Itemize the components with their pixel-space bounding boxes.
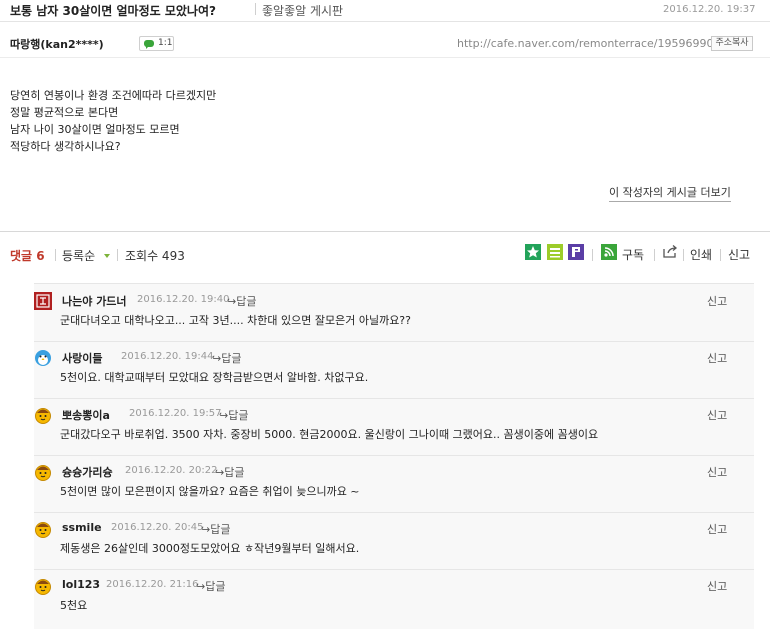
comment-count[interactable]: 댓글 6 bbox=[10, 247, 45, 264]
toolbar-divider bbox=[654, 249, 655, 261]
chat-bubble-icon bbox=[144, 40, 154, 49]
face-avatar-icon[interactable] bbox=[34, 520, 52, 538]
body-line: 당연히 연봉이나 환경 조건에따라 다르겠지만 bbox=[10, 89, 217, 102]
comment-item: 뽀송뽕이a 2016.12.20. 19:57 ↪답글 군대갔다오구 바로취업.… bbox=[34, 398, 754, 455]
comment-date: 2016.12.20. 21:16 bbox=[106, 579, 199, 590]
comment-date: 2016.12.20. 19:44 bbox=[121, 351, 214, 362]
reply-label: 답글 bbox=[205, 580, 226, 593]
comment-nick[interactable]: 슝슝가리슝 bbox=[62, 464, 113, 480]
comment-report-button[interactable]: 신고 bbox=[707, 407, 727, 423]
comment-report-button[interactable]: 신고 bbox=[707, 464, 727, 480]
face-avatar-icon[interactable] bbox=[34, 577, 52, 595]
reply-arrow-icon: ↪ bbox=[219, 409, 229, 422]
reply-button[interactable]: ↪답글 bbox=[212, 350, 241, 366]
comment-nick[interactable]: lol123 bbox=[62, 578, 100, 591]
print-button[interactable]: 인쇄 bbox=[690, 246, 712, 263]
toolbar-divider bbox=[55, 249, 56, 261]
bookmark-p-icon[interactable] bbox=[568, 244, 584, 260]
comment-item: lol123 2016.12.20. 21:16 ↪답글 5천요 신고 bbox=[34, 569, 754, 626]
toolbar-divider bbox=[592, 249, 593, 261]
comment-text: 5천이면 많이 모은편이지 않을까요? 요즘은 취업이 늦으니까요 ~ bbox=[60, 485, 360, 498]
comment-item: ssmile 2016.12.20. 20:45 ↪답글 제동생은 26살인데 … bbox=[34, 512, 754, 569]
comment-date: 2016.12.20. 19:40 bbox=[137, 294, 230, 305]
comment-text: 5천이요. 대학교때부터 모았대요 장학금받으면서 알바함. 차없구요. bbox=[60, 371, 369, 384]
reply-arrow-icon: ↪ bbox=[227, 295, 237, 308]
penguin-avatar-icon[interactable] bbox=[34, 349, 52, 367]
reply-arrow-icon: ↪ bbox=[215, 466, 225, 479]
comment-nick[interactable]: 나는야 가드너 bbox=[62, 293, 127, 309]
body-line: 정말 평균적으로 본다면 bbox=[10, 106, 119, 119]
reply-label: 답글 bbox=[228, 409, 249, 422]
star-icon[interactable] bbox=[525, 244, 541, 260]
comment-nick[interactable]: ssmile bbox=[62, 521, 102, 534]
post-url[interactable]: http://cafe.naver.com/remonterrace/19596… bbox=[457, 37, 713, 50]
more-posts-link[interactable]: 이 작성자의 게시글 더보기 bbox=[609, 184, 731, 202]
rss-icon[interactable] bbox=[601, 244, 617, 260]
chat-badge[interactable]: 1:1 bbox=[139, 36, 174, 51]
report-button[interactable]: 신고 bbox=[728, 246, 750, 263]
comment-report-button[interactable]: 신고 bbox=[707, 293, 727, 309]
comment-date: 2016.12.20. 20:45 bbox=[111, 522, 204, 533]
divider bbox=[0, 231, 770, 232]
reply-button[interactable]: ↪답글 bbox=[196, 578, 225, 594]
comment-item: 나는야 가드너 2016.12.20. 19:40 ↪답글 군대다녀오고 대학나… bbox=[34, 284, 754, 341]
comment-list: 나는야 가드너 2016.12.20. 19:40 ↪답글 군대다녀오고 대학나… bbox=[34, 283, 754, 629]
toolbar-divider bbox=[720, 249, 721, 261]
view-count: 조회수 493 bbox=[125, 249, 185, 263]
comment-report-button[interactable]: 신고 bbox=[707, 578, 727, 594]
comment-nick[interactable]: 사랑이들 bbox=[62, 350, 102, 366]
comment-text: 군대갔다오구 바로취업. 3500 자차. 중장비 5000. 현금2000요.… bbox=[60, 428, 599, 441]
body-line: 남자 나이 30살이면 얼마정도 모르면 bbox=[10, 123, 180, 136]
reply-button[interactable]: ↪답글 bbox=[201, 521, 230, 537]
comment-text: 군대다녀오고 대학나오고... 고작 3년.... 차한대 있으면 잘모은거 아… bbox=[60, 314, 411, 327]
reply-label: 답글 bbox=[224, 466, 245, 479]
author-nick[interactable]: 따랑행(kan2****) bbox=[10, 36, 104, 52]
reply-arrow-icon: ↪ bbox=[212, 352, 222, 365]
reply-arrow-icon: ↪ bbox=[196, 580, 206, 593]
chat-badge-label: 1:1 bbox=[158, 38, 173, 48]
divider bbox=[0, 21, 770, 22]
stamp-avatar-icon[interactable] bbox=[34, 292, 52, 310]
chevron-down-icon[interactable] bbox=[104, 254, 110, 258]
comment-text: 제동생은 26살인데 3000정도모았어요 ㅎ작년9월부터 일해서요. bbox=[60, 542, 360, 555]
reply-label: 답글 bbox=[210, 523, 231, 536]
post-title: 보통 남자 30살이면 얼마정도 모았나여? bbox=[10, 4, 216, 18]
comment-report-button[interactable]: 신고 bbox=[707, 521, 727, 537]
toolbar-divider bbox=[117, 249, 118, 261]
share-icon[interactable] bbox=[662, 244, 678, 259]
reply-arrow-icon: ↪ bbox=[201, 523, 211, 536]
board-link[interactable]: 좋알좋알 게시판 bbox=[262, 2, 343, 19]
subscribe-button[interactable]: 구독 bbox=[622, 246, 644, 263]
reply-button[interactable]: ↪답글 bbox=[215, 464, 244, 480]
comment-date: 2016.12.20. 20:22 bbox=[125, 465, 218, 476]
comment-text: 5천요 bbox=[60, 599, 88, 612]
comment-date: 2016.12.20. 19:57 bbox=[129, 408, 222, 419]
list-icon[interactable] bbox=[547, 244, 563, 260]
face-avatar-icon[interactable] bbox=[34, 463, 52, 481]
comment-item: 사랑이들 2016.12.20. 19:44 ↪답글 5천이요. 대학교때부터 … bbox=[34, 341, 754, 398]
comment-nick[interactable]: 뽀송뽕이a bbox=[62, 407, 110, 423]
divider bbox=[0, 57, 770, 58]
title-divider bbox=[255, 3, 256, 15]
sort-dropdown[interactable]: 등록순 bbox=[62, 247, 95, 264]
reply-label: 답글 bbox=[221, 352, 242, 365]
comment-report-button[interactable]: 신고 bbox=[707, 350, 727, 366]
toolbar-divider bbox=[683, 249, 684, 261]
body-line: 적당하다 생각하시나요? bbox=[10, 140, 121, 153]
comment-item: 슝슝가리슝 2016.12.20. 20:22 ↪답글 5천이면 많이 모은편이… bbox=[34, 455, 754, 512]
face-avatar-icon[interactable] bbox=[34, 406, 52, 424]
copy-url-button[interactable]: 주소복사 bbox=[711, 36, 753, 51]
reply-button[interactable]: ↪답글 bbox=[219, 407, 248, 423]
reply-button[interactable]: ↪답글 bbox=[227, 293, 256, 309]
reply-label: 답글 bbox=[236, 295, 257, 308]
post-date: 2016.12.20. 19:37 bbox=[663, 4, 756, 15]
